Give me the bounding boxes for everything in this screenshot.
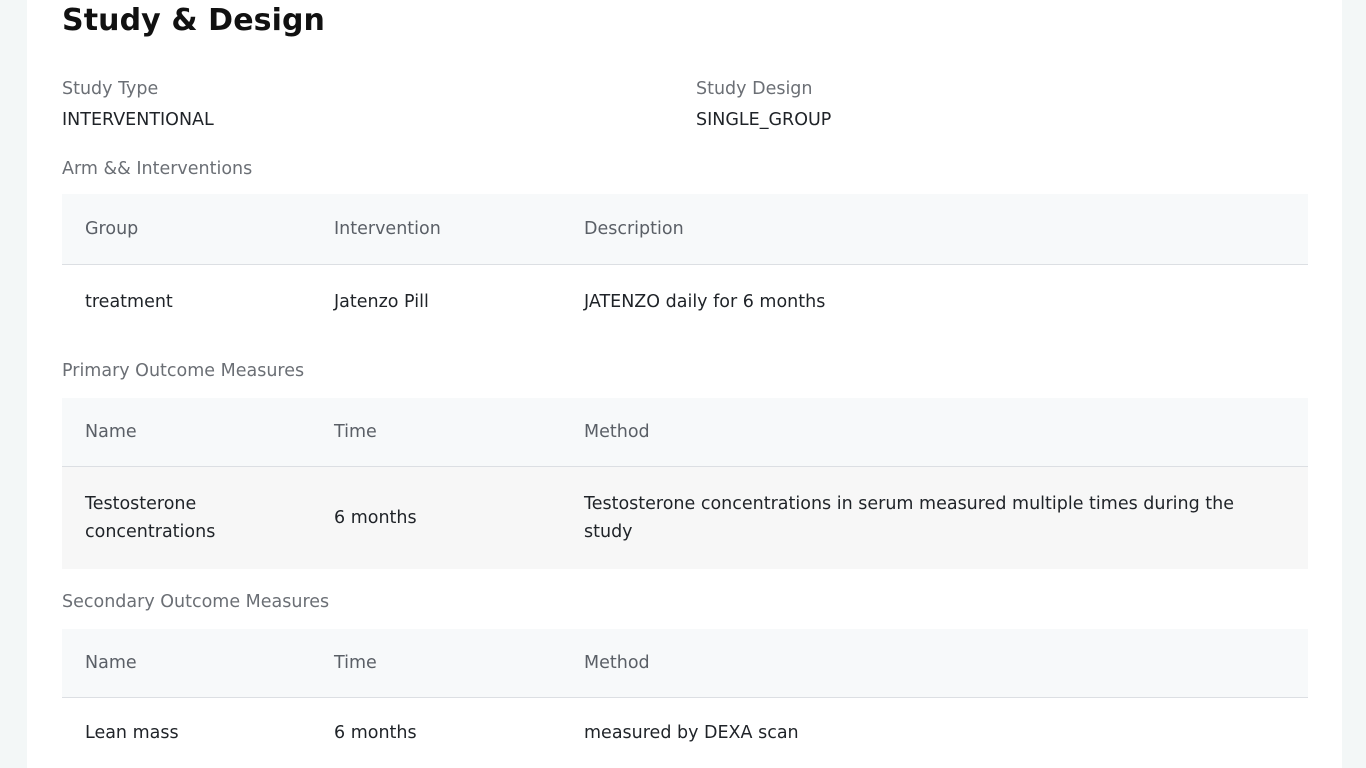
table-header-row: Group Intervention Description <box>62 194 1308 265</box>
arms-section-label: Arm && Interventions <box>62 159 253 179</box>
table-header-row: Name Time Method <box>62 398 1308 467</box>
table-row: treatment Jatenzo Pill JATENZO daily for… <box>62 264 1308 340</box>
column-header-method: Method <box>561 398 1308 467</box>
cell-intervention: Jatenzo Pill <box>334 292 429 313</box>
primary-outcomes-section-label: Primary Outcome Measures <box>62 361 305 381</box>
study-design-label: Study Design <box>696 79 813 99</box>
secondary-outcomes-table: Name Time Method Lean mass 6 months meas… <box>62 629 1308 768</box>
column-header-time: Time <box>311 629 561 698</box>
column-header-intervention: Intervention <box>311 194 561 265</box>
study-type-value: INTERVENTIONAL <box>62 110 214 130</box>
cell-group: treatment <box>85 292 173 313</box>
cell-time: 6 months <box>334 723 417 744</box>
cell-name: Testosterone concentrations <box>62 466 311 569</box>
table-row: Lean mass 6 months measured by DEXA scan <box>62 697 1308 768</box>
cell-name: Lean mass <box>85 723 179 744</box>
study-design-value: SINGLE_GROUP <box>696 110 832 130</box>
arms-table: Group Intervention Description treatment… <box>62 194 1308 340</box>
cell-method: measured by DEXA scan <box>584 723 799 744</box>
study-type-label: Study Type <box>62 79 159 99</box>
cell-time: 6 months <box>311 466 561 569</box>
column-header-description: Description <box>561 194 1308 265</box>
page-title: Study & Design <box>62 3 326 38</box>
column-header-method: Method <box>561 629 1308 698</box>
column-header-time: Time <box>311 398 561 467</box>
table-row: Testosterone concentrations 6 months Tes… <box>62 466 1308 569</box>
secondary-outcomes-section-label: Secondary Outcome Measures <box>62 592 330 612</box>
cell-description: JATENZO daily for 6 months <box>584 292 826 313</box>
study-design-card: Study & Design Study Type INTERVENTIONAL… <box>27 0 1342 768</box>
column-header-name: Name <box>62 629 311 698</box>
cell-method: Testosterone concentrations in serum mea… <box>561 466 1308 569</box>
primary-outcomes-table: Name Time Method Testosterone concentrat… <box>62 398 1308 569</box>
column-header-name: Name <box>62 398 311 467</box>
column-header-group: Group <box>62 194 311 265</box>
table-header-row: Name Time Method <box>62 629 1308 698</box>
